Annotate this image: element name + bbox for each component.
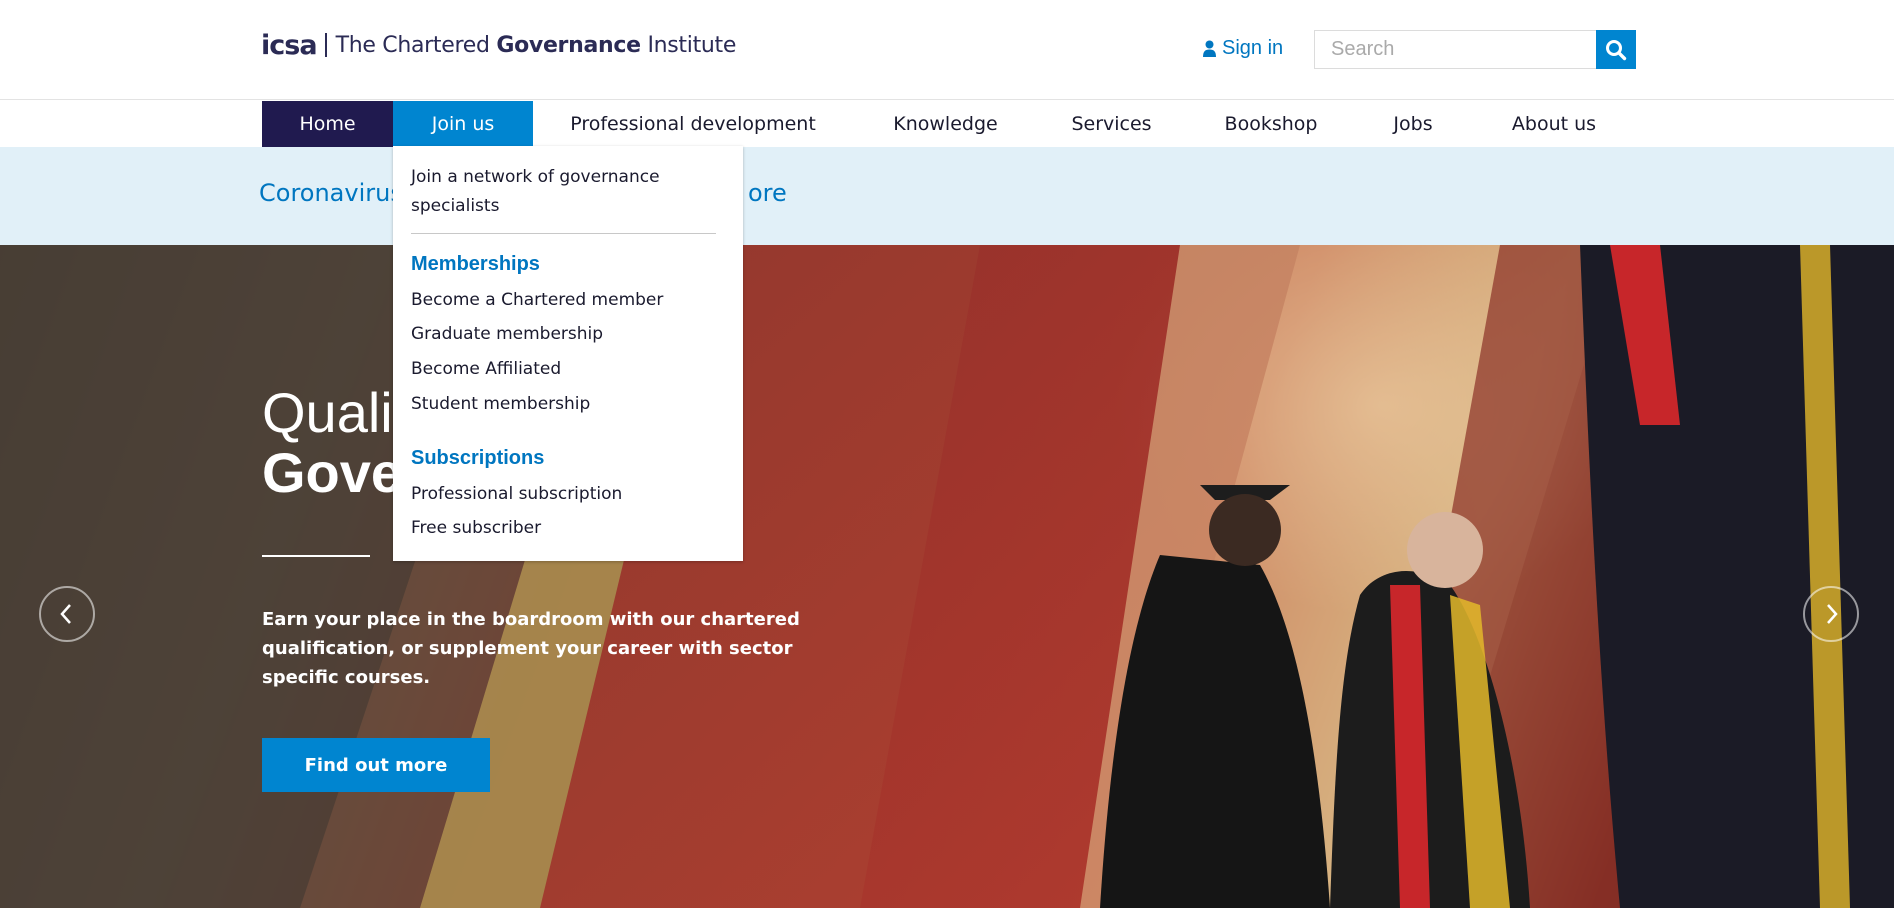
logo-mark: icsa <box>261 29 318 61</box>
dropdown-heading-memberships[interactable]: Memberships <box>411 253 540 276</box>
carousel-prev-button[interactable] <box>39 586 95 642</box>
logo-text-post: Institute <box>640 32 737 58</box>
search-input[interactable] <box>1314 30 1597 69</box>
chevron-left-icon <box>60 604 71 624</box>
dropdown-link-graduate-membership[interactable]: Graduate membership <box>411 324 603 344</box>
search-icon <box>1606 39 1627 60</box>
carousel-next-button[interactable] <box>1803 586 1859 642</box>
nav-item-professional-development[interactable]: Professional development <box>533 101 853 147</box>
logo-text-bold: Governance <box>496 32 641 58</box>
nav-item-join-us[interactable]: Join us <box>393 101 533 147</box>
banner-link-start[interactable]: Coronavirus <box>259 179 403 207</box>
logo-wordmark: The Chartered Governance Institute <box>336 33 737 58</box>
dropdown-link-professional-subscription[interactable]: Professional subscription <box>411 484 622 504</box>
join-us-dropdown: Join a network of governance specialists… <box>393 146 743 561</box>
nav-item-services[interactable]: Services <box>1038 101 1185 147</box>
nav-item-home[interactable]: Home <box>262 101 393 147</box>
nav-item-about-us[interactable]: About us <box>1469 101 1639 147</box>
hero-description: Earn your place in the boardroom with ou… <box>262 609 800 688</box>
search-button[interactable] <box>1596 30 1636 69</box>
dropdown-intro-link[interactable]: Join a network of governance specialists <box>411 163 711 221</box>
chevron-right-icon <box>1827 604 1838 624</box>
hero-title-line-2: Gove <box>262 441 403 504</box>
dropdown-heading-subscriptions[interactable]: Subscriptions <box>411 447 544 470</box>
logo-text-pre: The Chartered <box>335 32 497 58</box>
dropdown-link-student-membership[interactable]: Student membership <box>411 394 590 414</box>
find-out-more-button[interactable]: Find out more <box>262 738 490 792</box>
site-header: icsa The Chartered Governance Institute … <box>0 0 1894 100</box>
logo-divider <box>324 33 327 57</box>
banner-link-end[interactable]: ore <box>748 179 787 207</box>
main-nav: Home Join us Professional development Kn… <box>0 99 1894 147</box>
nav-item-jobs[interactable]: Jobs <box>1357 101 1469 147</box>
nav-item-bookshop[interactable]: Bookshop <box>1185 101 1357 147</box>
hero-divider <box>262 555 370 557</box>
hero-title-line-1: Quali <box>262 381 393 444</box>
dropdown-link-become-affiliated[interactable]: Become Affiliated <box>411 359 561 379</box>
sign-in-link[interactable]: Sign in <box>1203 37 1283 60</box>
dropdown-divider <box>411 233 716 234</box>
dropdown-link-free-subscriber[interactable]: Free subscriber <box>411 518 541 538</box>
site-logo[interactable]: icsa The Chartered Governance Institute <box>261 29 737 61</box>
hero-title: Quali Gove <box>262 383 402 503</box>
dropdown-link-chartered-member[interactable]: Become a Chartered member <box>411 290 663 310</box>
sign-in-label: Sign in <box>1222 37 1284 59</box>
nav-item-knowledge[interactable]: Knowledge <box>853 101 1038 147</box>
user-icon <box>1203 40 1216 57</box>
alert-banner: Coronavirus ore <box>0 147 1894 245</box>
hero-background-image <box>0 245 1894 908</box>
hero-carousel: Quali Gove Earn your place in the boardr… <box>0 245 1894 908</box>
